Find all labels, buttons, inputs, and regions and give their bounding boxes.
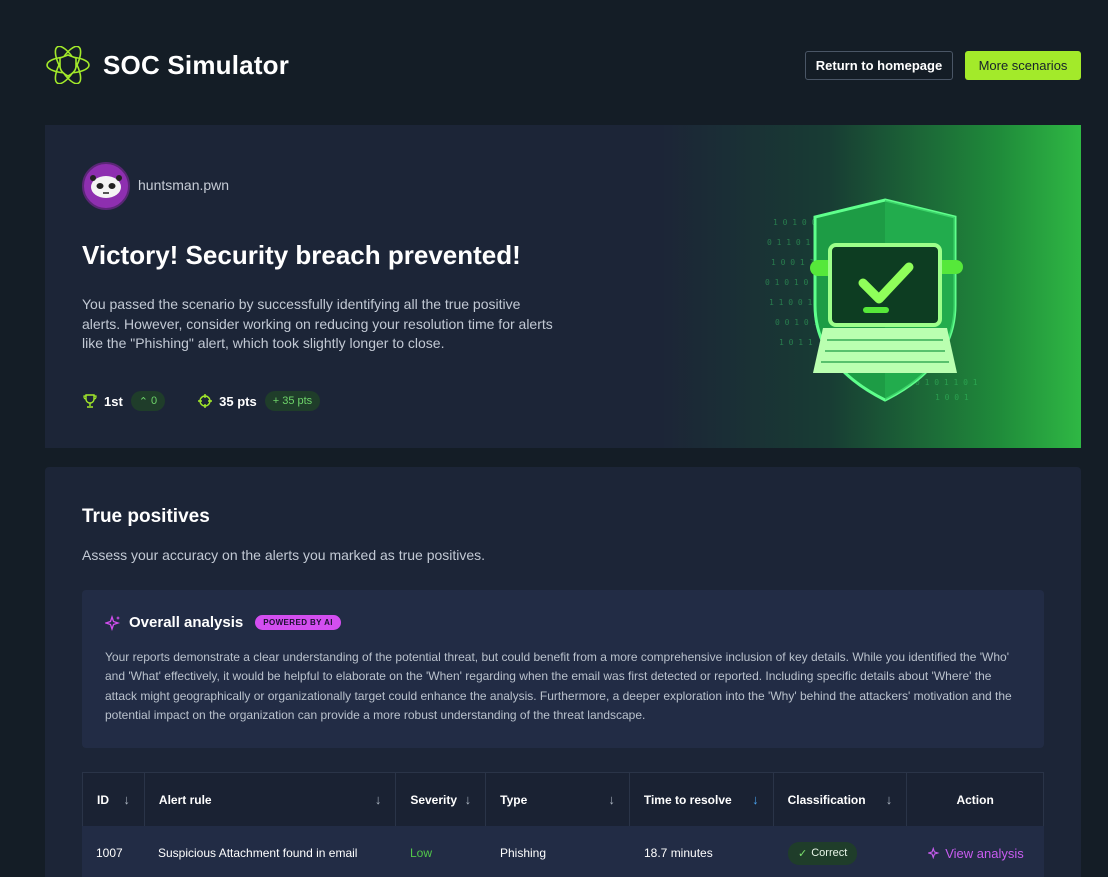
powered-by-ai-badge: POWERED BY AI (255, 615, 341, 630)
sort-arrow-icon[interactable]: ↓ (886, 792, 893, 807)
sparkle-icon (928, 847, 940, 859)
points-value: 35 pts (219, 393, 257, 409)
classification-badge: ✓ Correct (788, 841, 858, 865)
cell-severity: Low (410, 846, 433, 860)
sort-arrow-icon[interactable]: ↓ (123, 792, 130, 807)
sparkle-icon (105, 614, 121, 631)
view-analysis-link[interactable]: View analysis (922, 846, 1030, 861)
sort-arrow-icon[interactable]: ↓ (375, 792, 382, 807)
check-icon: ✓ (798, 847, 808, 860)
column-header-type[interactable]: Type ↓ (486, 773, 630, 826)
panda-avatar-icon (90, 175, 122, 198)
rank-change-value: 0 (151, 395, 158, 407)
app-logo[interactable]: SOC Simulator (45, 46, 289, 84)
column-header-id[interactable]: ID ↓ (83, 773, 145, 826)
return-homepage-button[interactable]: Return to homepage (805, 51, 953, 80)
shield-laptop-illustration: 1 0 1 0 0 1 0 1 1 0 1 0 1 1 0 0 1 1 0 0 … (765, 198, 978, 402)
overall-analysis-title: Overall analysis (129, 614, 244, 631)
column-header-alert-rule[interactable]: Alert rule ↓ (145, 773, 397, 826)
overall-analysis-header: Overall analysis POWERED BY AI (105, 614, 341, 631)
app-title: SOC Simulator (103, 49, 290, 80)
result-stats: 1st ⌃ 0 35 pts + 35 pts (82, 391, 321, 411)
cell-classification: ✓ Correct (774, 826, 908, 877)
more-scenarios-button[interactable]: More scenarios (965, 51, 1081, 80)
column-header-time-to-resolve[interactable]: Time to resolve ↓ (630, 773, 774, 826)
cell-type: Phishing (500, 846, 547, 860)
points-change-badge: + 35 pts (264, 391, 321, 411)
column-header-action: Action (956, 792, 994, 807)
section-subtitle: Assess your accuracy on the alerts you m… (82, 547, 486, 563)
sort-arrow-icon[interactable]: ↓ (608, 792, 615, 807)
cell-action: View analysis (908, 826, 1044, 877)
crosshair-icon (198, 394, 213, 408)
svg-text:1 0 1 1: 1 0 1 1 (779, 338, 813, 347)
rank-change-badge: ⌃ 0 (130, 391, 166, 411)
svg-text:0 0 1 0 1: 0 0 1 0 1 (775, 318, 819, 327)
rank-value: 1st (104, 393, 123, 409)
cell-id: 1007 (96, 846, 123, 860)
trophy-icon (83, 394, 97, 408)
result-title: Victory! Security breach prevented! (82, 240, 521, 270)
top-bar: SOC Simulator Return to homepage More sc… (0, 0, 1108, 125)
overall-analysis-card: Overall analysis POWERED BY AI Your repo… (82, 590, 1044, 748)
true-positives-panel: True positives Assess your accuracy on t… (45, 467, 1081, 877)
result-hero: huntsman.pwn Victory! Security breach pr… (45, 125, 1081, 448)
atom-shield-icon (46, 46, 90, 84)
section-title: True positives (82, 506, 210, 527)
sort-arrow-icon[interactable]: ↓ (465, 792, 472, 807)
column-header-classification[interactable]: Classification ↓ (774, 773, 908, 826)
sort-arrow-active-icon[interactable]: ↓ (752, 792, 759, 807)
avatar (82, 162, 130, 210)
table-row: 1007 Suspicious Attachment found in emai… (82, 826, 1044, 877)
table-header: ID ↓ Alert rule ↓ Severity ↓ Type ↓ Time… (82, 772, 1044, 826)
chevron-up-icon: ⌃ (138, 395, 149, 408)
result-description: You passed the scenario by successfully … (82, 296, 553, 351)
cell-time-to-resolve: 18.7 minutes (644, 846, 713, 860)
svg-text:1 0 0 1: 1 0 0 1 (935, 393, 969, 402)
column-header-severity[interactable]: Severity ↓ (396, 773, 487, 826)
username: huntsman.pwn (138, 177, 230, 193)
svg-text:0 1 0 1 1 0 1: 0 1 0 1 1 0 1 (915, 378, 978, 387)
overall-analysis-text: Your reports demonstrate a clear underst… (105, 650, 1012, 722)
cell-alert-rule: Suspicious Attachment found in email (158, 846, 358, 860)
true-positives-table: ID ↓ Alert rule ↓ Severity ↓ Type ↓ Time… (82, 772, 1044, 877)
